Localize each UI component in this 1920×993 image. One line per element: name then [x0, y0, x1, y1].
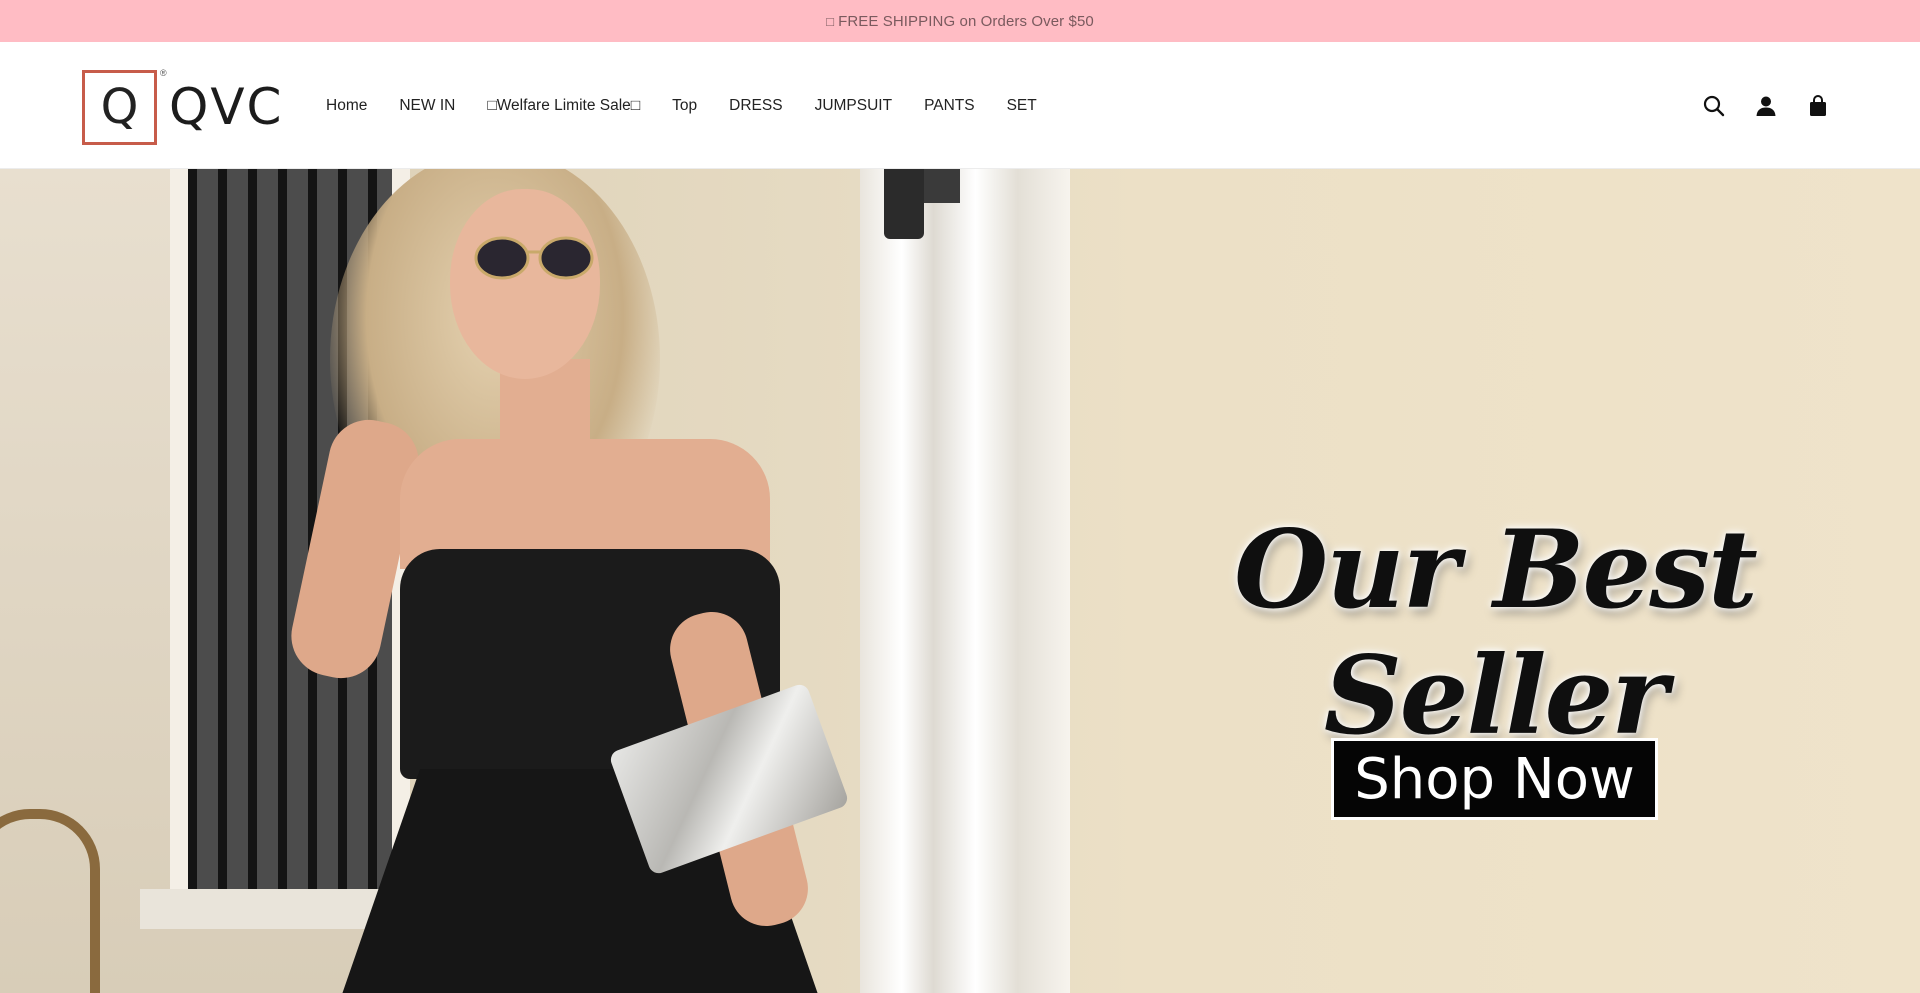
site-logo[interactable]: Q ® QVC — [82, 68, 286, 146]
logo-mark: Q — [82, 69, 157, 145]
cart-bag-icon[interactable] — [1806, 94, 1830, 118]
header-icons — [1702, 42, 1830, 169]
hero-pillar — [860, 169, 1070, 993]
model-face — [450, 189, 600, 379]
site-header: Q ® QVC Home NEW IN □Welfare Limite Sale… — [0, 42, 1920, 169]
nav-pants[interactable]: PANTS — [924, 97, 975, 115]
nav-dress[interactable]: DRESS — [729, 97, 782, 115]
nav-new-in[interactable]: NEW IN — [399, 97, 455, 115]
nav-home[interactable]: Home — [326, 97, 367, 115]
logo-registered-mark: ® — [160, 68, 167, 78]
shop-now-button[interactable]: Shop Now — [1331, 738, 1658, 820]
nav-jumpsuit[interactable]: JUMPSUIT — [815, 97, 893, 115]
nav-set[interactable]: SET — [1007, 97, 1037, 115]
sunglasses-icon — [474, 236, 594, 280]
search-icon[interactable] — [1702, 94, 1726, 118]
announcement-bar: □ FREE SHIPPING on Orders Over $50 — [0, 0, 1920, 42]
hero-banner[interactable]: Our Best Seller Shop Now — [0, 169, 1920, 993]
hero-wall-lamp — [884, 169, 924, 239]
hero-chair — [0, 809, 100, 993]
nav-welfare-sale[interactable]: □Welfare Limite Sale□ — [487, 97, 640, 115]
hero-headline: Our Best Seller — [1234, 507, 1758, 759]
nav-top[interactable]: Top — [672, 97, 697, 115]
main-nav: Home NEW IN □Welfare Limite Sale□ Top DR… — [326, 42, 1069, 169]
account-icon[interactable] — [1754, 94, 1778, 118]
logo-text: QVC — [169, 78, 284, 136]
hero-wall-lamp-arm — [924, 169, 960, 203]
announcement-text: FREE SHIPPING on Orders Over $50 — [838, 12, 1094, 30]
announcement-icon: □ — [826, 13, 835, 29]
